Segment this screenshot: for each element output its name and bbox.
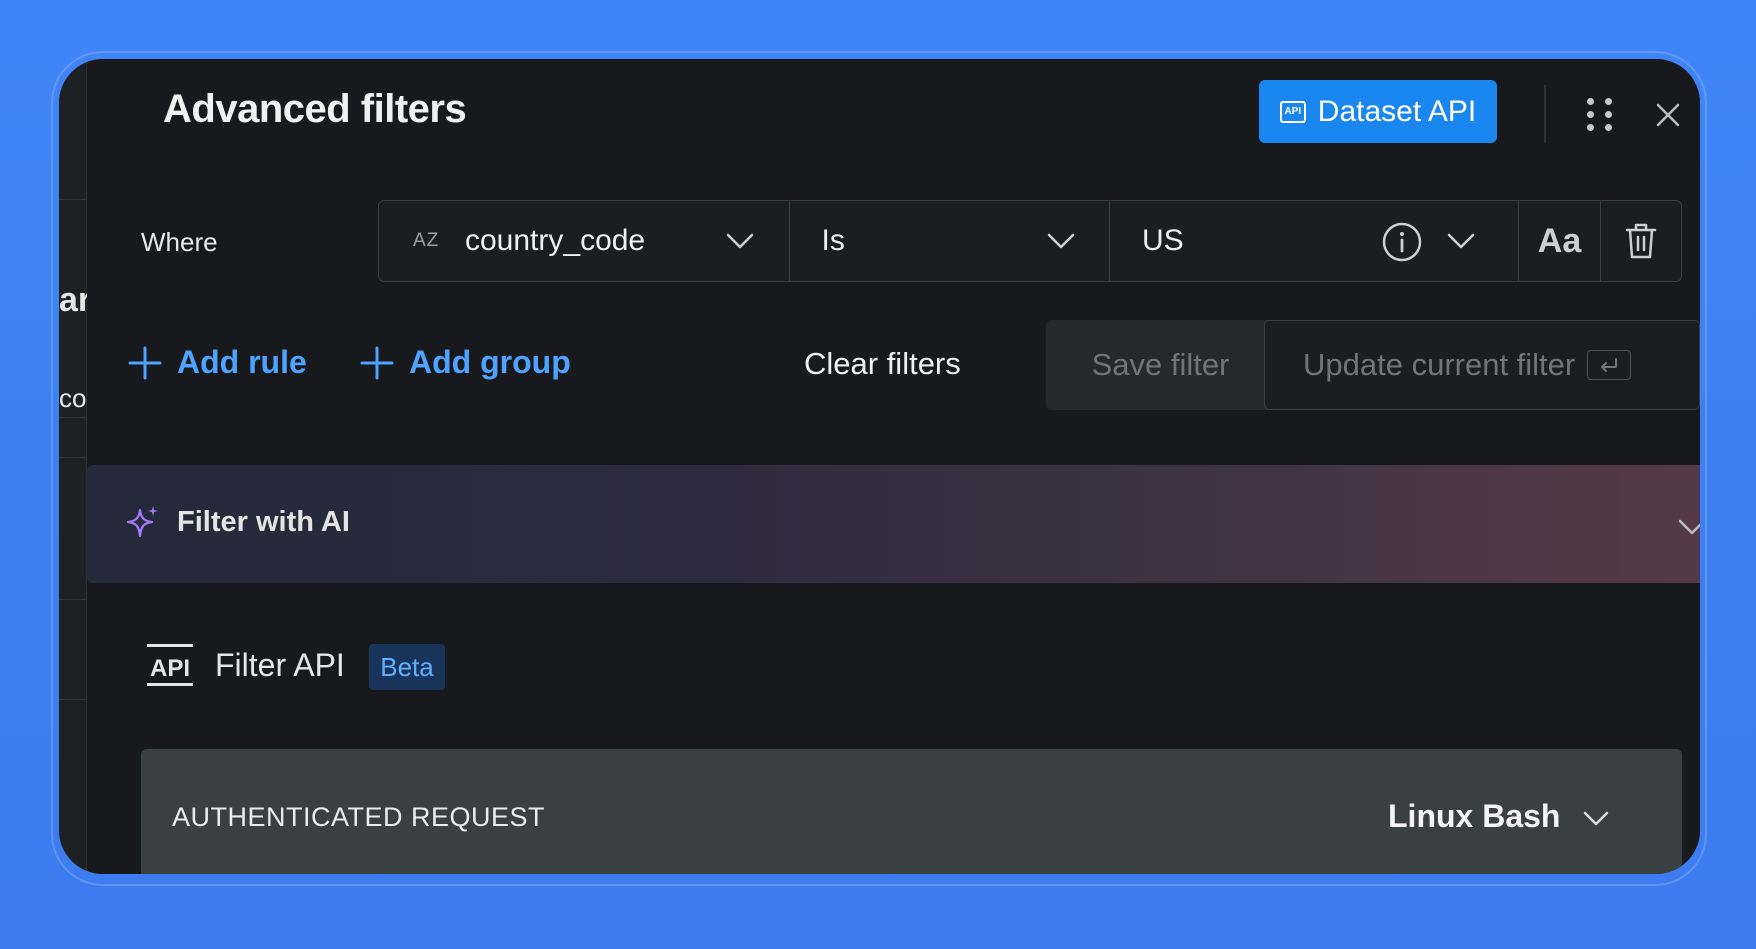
update-current-filter-button[interactable]: Update current filter — [1264, 320, 1700, 410]
divider — [59, 699, 87, 700]
close-icon[interactable] — [1654, 101, 1682, 129]
field-select[interactable]: AZ country_code — [378, 200, 790, 282]
add-rule-button[interactable]: Add rule — [127, 344, 307, 381]
add-group-button[interactable]: Add group — [359, 344, 571, 381]
divider — [59, 417, 87, 418]
api-icon: API — [147, 644, 193, 686]
chevron-down-icon — [1447, 233, 1475, 249]
save-filter-button[interactable]: Save filter — [1046, 320, 1275, 410]
where-label: Where — [141, 227, 218, 257]
dataset-api-button[interactable]: API Dataset API — [1259, 80, 1497, 143]
add-group-label: Add group — [409, 344, 571, 380]
chevron-down-icon[interactable] — [1677, 517, 1700, 537]
chevron-down-icon — [1047, 233, 1074, 249]
plus-icon — [360, 346, 394, 379]
background-page: ar co — [59, 59, 91, 874]
beta-badge: Beta — [369, 644, 445, 690]
api-logo-text: API — [150, 655, 190, 682]
case-sensitive-icon: Aa — [1537, 221, 1582, 260]
chevron-down-icon — [726, 233, 754, 249]
clear-filters-button[interactable]: Clear filters — [804, 346, 961, 382]
enter-key-icon — [1587, 350, 1632, 380]
filter-api-label: Filter API — [215, 647, 345, 683]
delete-rule-button[interactable] — [1600, 200, 1682, 282]
authenticated-request-label: AUTHENTICATED REQUEST — [172, 802, 546, 832]
info-icon[interactable] — [1381, 221, 1423, 263]
plus-icon — [128, 346, 162, 379]
add-rule-label: Add rule — [177, 344, 307, 380]
operator-select[interactable]: Is — [788, 200, 1111, 282]
text-type-icon: AZ — [413, 230, 440, 251]
value-text: US — [1142, 224, 1184, 257]
drag-handle-icon[interactable] — [1585, 96, 1615, 134]
value-select[interactable]: US — [1109, 200, 1519, 282]
field-value: country_code — [465, 224, 646, 257]
language-select[interactable]: Linux Bash — [1388, 798, 1560, 835]
sparkle-icon — [126, 506, 158, 538]
case-sensitive-toggle[interactable]: Aa — [1517, 200, 1602, 282]
filter-with-ai-label: Filter with AI — [177, 506, 350, 538]
divider — [59, 457, 87, 458]
trash-icon — [1625, 223, 1657, 259]
divider — [59, 199, 87, 200]
divider — [59, 599, 87, 600]
filter-rule: AZ country_code Is US Aa — [378, 200, 1682, 282]
dataset-api-label: Dataset API — [1317, 94, 1477, 128]
divider — [1544, 85, 1546, 143]
operator-value: Is — [821, 224, 845, 257]
api-icon: API — [1279, 100, 1306, 123]
modal-window: ar co Advanced filters API Dataset API W… — [59, 59, 1700, 874]
update-current-filter-label: Update current filter — [1303, 347, 1576, 382]
background-page-text: co — [59, 383, 87, 413]
chevron-down-icon[interactable] — [1582, 810, 1610, 828]
page-title: Advanced filters — [163, 87, 467, 131]
